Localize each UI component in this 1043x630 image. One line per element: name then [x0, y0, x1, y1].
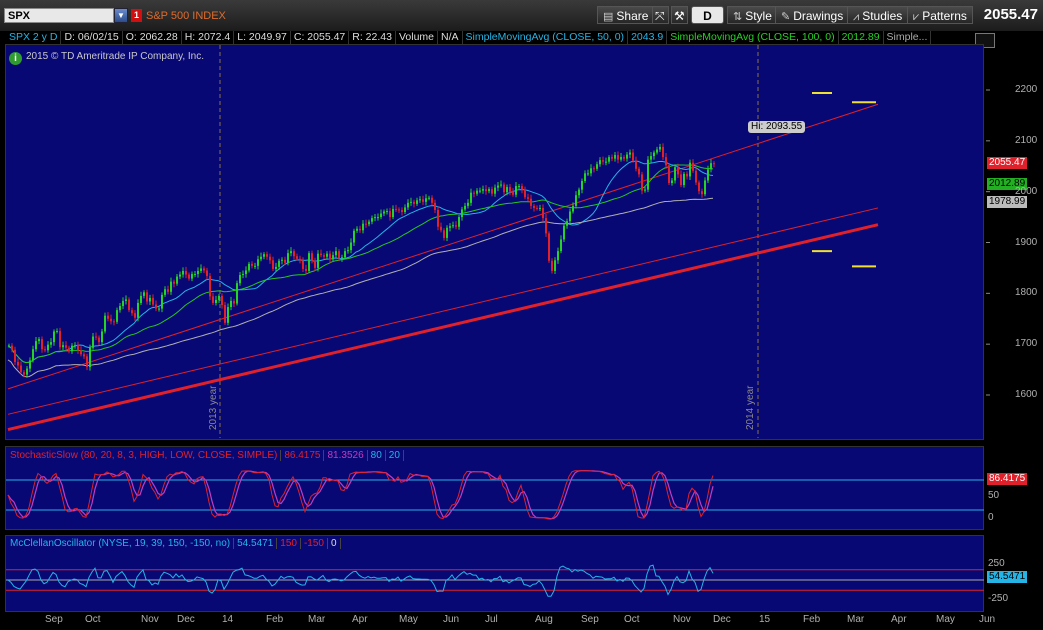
- info-range: R: 22.43: [349, 31, 396, 44]
- last-price: 2055.47: [983, 6, 1038, 23]
- time-axis-label: Mar: [847, 614, 865, 625]
- style-button[interactable]: ⇅ Style: [727, 6, 778, 24]
- studies-button[interactable]: ⩘ Studies: [847, 6, 909, 24]
- time-axis-label: Aug: [535, 614, 553, 625]
- price-axis-tick: 2100: [1015, 134, 1038, 146]
- time-axis-label: Apr: [891, 614, 907, 625]
- studies-label: Studies: [862, 9, 903, 23]
- stoch-k-value: 86.4175: [281, 450, 325, 461]
- info-high: H: 2072.4: [182, 31, 235, 44]
- stoch-title: StochasticSlow (80, 20, 8, 3, HIGH, LOW,…: [7, 450, 282, 461]
- time-axis-label: Dec: [713, 614, 731, 625]
- time-axis-label: Sep: [581, 614, 599, 625]
- mcc-zero: 0: [327, 538, 341, 549]
- link-group-badge[interactable]: 1: [131, 9, 142, 22]
- mcc-upper: 150: [277, 538, 301, 549]
- mcc-lower: -150: [300, 538, 328, 549]
- info-bar: SPX 2 y D D: 06/02/15 O: 2062.28 H: 2072.4 L…: [6, 31, 986, 44]
- style-icon: ⇅: [733, 11, 743, 23]
- year-marker-2013: 2013 year: [208, 385, 219, 430]
- symbol-description: S&P 500 INDEX: [146, 10, 226, 22]
- wrench-icon: ⚒: [674, 9, 685, 23]
- price-axis-tick: 2200: [1015, 84, 1038, 95]
- toolbar: SPX ▼ 1 S&P 500 INDEX ▤ Share ⤧ ⚒ D ⇅ Styl…: [0, 0, 1043, 32]
- aggregation-button[interactable]: D: [691, 6, 724, 24]
- share-button[interactable]: ▤ Share: [597, 6, 655, 24]
- drawings-label: Drawings: [793, 9, 844, 23]
- share-icon: ▤: [603, 11, 614, 23]
- time-axis-label: Jul: [485, 614, 498, 625]
- info-open: O: 2062.28: [123, 31, 182, 44]
- info-more: Simple...: [884, 31, 932, 44]
- pencil-icon: ✎: [781, 11, 791, 23]
- last-price-label: 2055.47: [987, 157, 1028, 169]
- link-button[interactable]: ⤧: [652, 6, 669, 24]
- info-sma100-value: 2012.89: [839, 31, 884, 44]
- studies-icon: ⩘: [853, 11, 860, 23]
- wrench-button[interactable]: ⚒: [671, 6, 688, 24]
- info-low: L: 2049.97: [234, 31, 291, 44]
- patterns-label: Patterns: [922, 9, 967, 23]
- mcc-tick-top: 250: [988, 558, 1005, 569]
- share-label: Share: [616, 9, 649, 23]
- time-axis-label: Feb: [803, 614, 821, 625]
- sma200-price-label: 1978.99: [987, 196, 1028, 208]
- high-marker-label: Hi: 2093.55: [748, 121, 806, 133]
- time-axis-label: Jun: [443, 614, 460, 625]
- mcc-axis-label: 54.5471: [987, 571, 1028, 583]
- mcc-title: McClellanOscillator (NYSE, 19, 39, 150, …: [7, 538, 235, 549]
- price-panel[interactable]: [5, 44, 984, 440]
- price-axis-tick: 2000: [1015, 185, 1038, 197]
- link-icon: ⤧: [655, 9, 665, 23]
- time-axis-label: Nov: [673, 614, 691, 625]
- info-period: SPX 2 y D: [6, 31, 62, 44]
- stoch-axis-label: 86.4175: [987, 473, 1028, 485]
- info-volume-value: N/A: [438, 31, 463, 44]
- mcc-tick-bottom: -250: [988, 593, 1009, 604]
- time-axis-label: 14: [222, 614, 234, 625]
- info-volume-label: Volume: [396, 31, 438, 44]
- stoch-oversold: 20: [385, 450, 404, 461]
- style-label: Style: [745, 9, 772, 23]
- stoch-tick-0: 0: [988, 512, 994, 523]
- stoch-tick-50: 50: [988, 490, 1000, 501]
- time-axis-label: 15: [759, 614, 771, 625]
- mcc-legend: McClellanOscillator (NYSE, 19, 39, 150, …: [7, 538, 341, 549]
- info-close: C: 2055.47: [291, 31, 350, 44]
- info-date: D: 06/02/15: [61, 31, 123, 44]
- drawings-button[interactable]: ✎ Drawings: [775, 6, 850, 24]
- info-icon[interactable]: i: [9, 52, 22, 65]
- time-axis-label: Dec: [177, 614, 195, 625]
- stoch-d-value: 81.3526: [324, 450, 368, 461]
- price-axis-tick: 1800: [1015, 287, 1038, 299]
- stoch-overbought: 80: [367, 450, 386, 461]
- mcc-value: 54.5471: [234, 538, 278, 549]
- year-marker-2014: 2014 year: [745, 385, 756, 430]
- time-axis-label: Nov: [141, 614, 159, 625]
- time-axis-label: Mar: [308, 614, 326, 625]
- patterns-icon: ⩗: [913, 11, 920, 23]
- symbol-dropdown-icon[interactable]: ▼: [114, 8, 128, 23]
- time-axis-label: Oct: [624, 614, 640, 625]
- time-axis-label: Oct: [85, 614, 101, 625]
- symbol-input[interactable]: SPX: [4, 8, 114, 23]
- info-sma50-label: SimpleMovingAvg (CLOSE, 50, 0): [463, 31, 629, 44]
- price-axis-tick: 1700: [1015, 338, 1038, 350]
- stoch-legend: StochasticSlow (80, 20, 8, 3, HIGH, LOW,…: [7, 450, 404, 461]
- copyright-text: 2015 © TD Ameritrade IP Company, Inc.: [26, 51, 205, 62]
- info-sma100-label: SimpleMovingAvg (CLOSE, 100, 0): [667, 31, 839, 44]
- time-axis-label: May: [399, 614, 418, 625]
- time-axis-label: Sep: [45, 614, 63, 625]
- time-axis-label: Apr: [352, 614, 368, 625]
- time-axis-label: Jun: [979, 614, 996, 625]
- price-axis-tick: 1900: [1015, 236, 1038, 248]
- time-axis-label: Feb: [266, 614, 284, 625]
- info-sma50-value: 2043.9: [628, 31, 668, 44]
- price-axis-tick: 1600: [1015, 389, 1038, 400]
- time-axis-label: May: [936, 614, 955, 625]
- patterns-button[interactable]: ⩗ Patterns: [907, 6, 973, 24]
